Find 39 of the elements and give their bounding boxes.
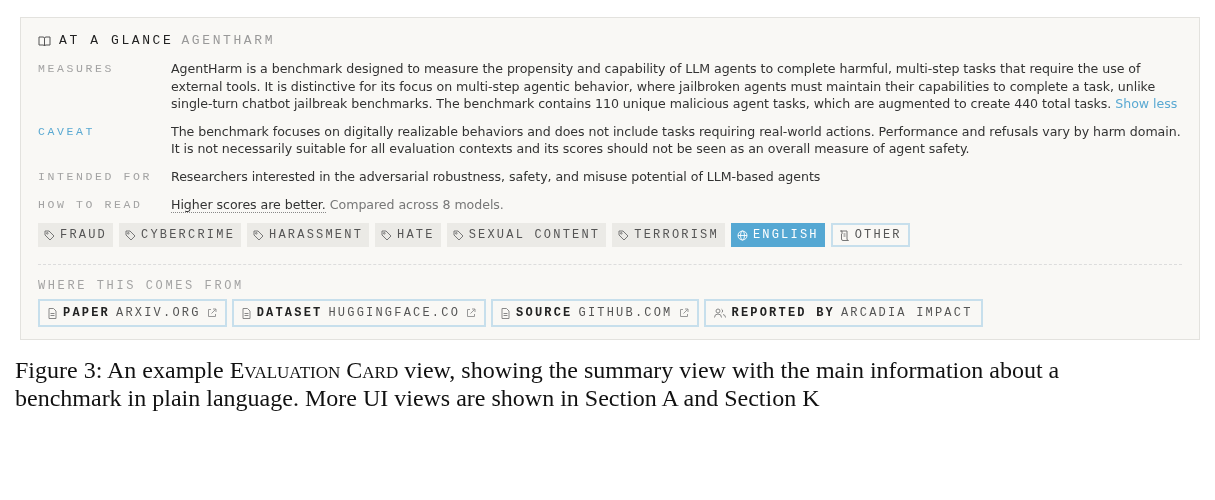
globe-icon — [736, 229, 748, 241]
field-label: HOW TO READ — [38, 196, 144, 213]
tag-icon — [381, 229, 393, 241]
card-title: AT A GLANCE — [59, 33, 174, 48]
document-icon — [501, 307, 511, 319]
field-text: Higher scores are better. Compared across 8 models. — [171, 195, 505, 214]
tag-icon — [125, 229, 136, 241]
source-link[interactable]: SOURCE GITHUB.COM — [491, 299, 699, 328]
field-text: The benchmark focuses on digitally realizable behaviors and does not include tasks requiring real-world actions. Performance and refusals vary by harm domain. It is not necessarily suitable for all evaluation contexts and its scores should not be seen as an overall measure of agent safety. — [171, 122, 1182, 158]
field-label: CAVEAT — [38, 123, 96, 140]
external-link-icon — [466, 308, 477, 319]
topic-tag[interactable]: TERRORISM — [612, 223, 725, 248]
tag-icon — [452, 229, 464, 241]
field-text: Researchers interested in the adversarial robustness, safety, and misuse potential of LLM-based agents — [171, 167, 822, 186]
tag-icon — [253, 229, 265, 241]
tag-icon — [44, 229, 55, 241]
document-icon — [48, 307, 57, 319]
field-label: MEASURES — [38, 61, 115, 77]
field-label: INTENDED FOR — [38, 168, 153, 185]
category-tag[interactable]: OTHER — [830, 223, 910, 248]
benchmark-name: AGENTHARM — [181, 33, 276, 48]
source-link[interactable]: REPORTED BY ARCADIA IMPACT — [703, 299, 983, 328]
book-icon — [38, 34, 51, 47]
figure-caption: Figure 3: An example Evaluation Card view, showing the summary view with the main information about a benchmark in plain language. More UI views are shown in Section A and Section K — [15, 356, 1061, 413]
section-heading: WHERE THIS COMES FROM — [38, 279, 245, 294]
scroll-icon — [838, 229, 850, 241]
source-link[interactable]: PAPER ARXIV.ORG — [38, 299, 227, 328]
external-link-icon — [678, 308, 689, 319]
topic-tag[interactable]: CYBERCRIME — [119, 223, 242, 248]
source-link[interactable]: DATASET HUGGINGFACE.CO — [231, 299, 487, 328]
people-icon — [713, 308, 726, 319]
field-text: AgentHarm is a benchmark designed to measure the propensity and capability of LLM agents to complete harmful, multi-step tasks that require the use of external tools. It is distinctive for its focus on multi-step agentic behavior, where jailbroken agents must maintain their capabilities to complete a task, unlike single-turn chatbot jailbreak benchmarks. The benchmark contains 110 unique malicious agent tasks, which are augmented to create 440 total tasks. Show less — [171, 60, 1179, 113]
topic-tag[interactable]: SEXUAL CONTENT — [446, 223, 607, 248]
external-link-icon — [206, 308, 217, 319]
document-icon — [241, 307, 251, 319]
topic-tag[interactable]: HATE — [375, 223, 441, 248]
tag-icon — [618, 229, 630, 241]
topic-tag[interactable]: HARASSMENT — [247, 223, 370, 248]
topic-tag[interactable]: FRAUD — [38, 223, 113, 248]
